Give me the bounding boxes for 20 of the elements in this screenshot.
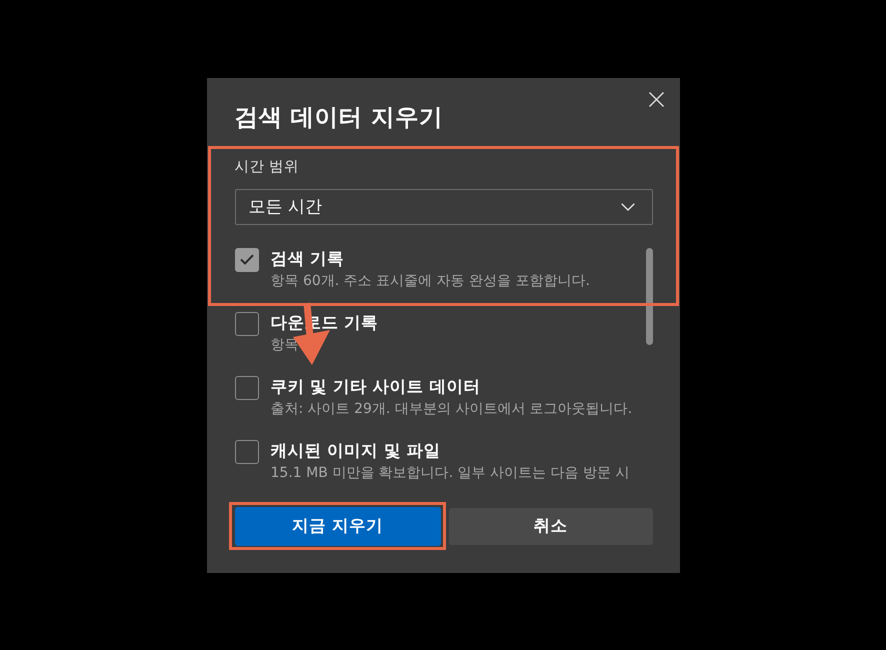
dialog-title: 검색 데이터 지우기 [234, 102, 443, 132]
checkbox[interactable] [234, 248, 258, 272]
checkmark-icon [240, 254, 254, 265]
item-description: 항목 60개. 주소 표시줄에 자동 완성을 포함합니다. [270, 272, 590, 290]
item-description: 15.1 MB 미만을 확보합니다. 일부 사이트는 다음 방문 시 [270, 464, 630, 482]
checkbox[interactable] [234, 440, 258, 464]
item-title: 검색 기록 [270, 248, 344, 270]
checkbox[interactable] [234, 376, 258, 400]
item-title: 캐시된 이미지 및 파일 [270, 440, 441, 462]
checkbox[interactable] [234, 312, 258, 336]
item-title: 쿠키 및 기타 사이트 데이터 [270, 376, 480, 398]
item-description: 출처: 사이트 29개. 대부분의 사이트에서 로그아웃됩니다. [270, 400, 632, 418]
clear-now-button[interactable]: 지금 지우기 [234, 506, 440, 546]
time-range-label: 시간 범위 [234, 158, 300, 176]
cancel-button[interactable]: 취소 [448, 508, 652, 544]
item-description: 항목 [270, 336, 298, 354]
chevron-down-icon [620, 202, 634, 210]
time-range-dropdown[interactable]: 모든 시간 [234, 188, 652, 224]
close-icon [648, 92, 664, 106]
scrollbar-thumb[interactable] [646, 248, 652, 344]
